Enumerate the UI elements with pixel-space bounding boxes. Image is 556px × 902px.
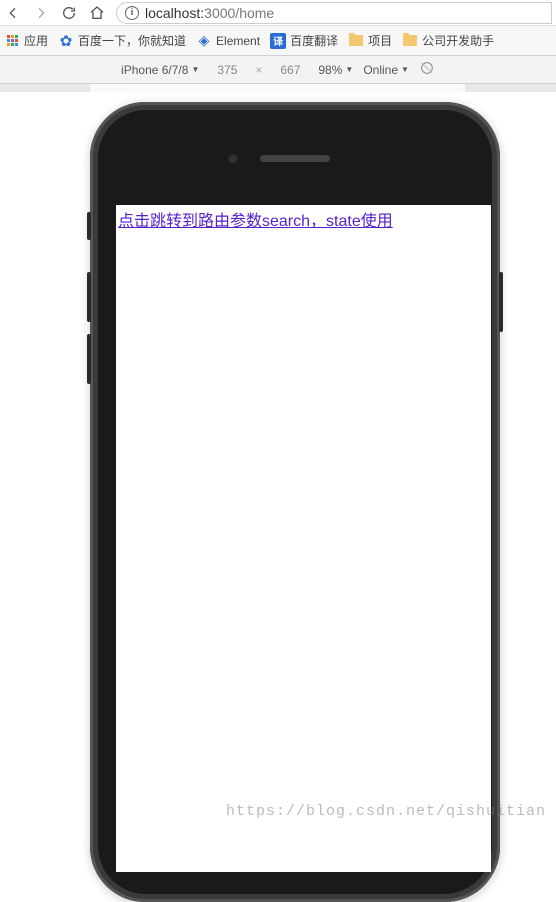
device-selector[interactable]: iPhone 6/7/8 ▼ — [121, 63, 199, 77]
chevron-down-icon: ▼ — [401, 65, 409, 74]
zoom-selector[interactable]: 98% ▼ — [318, 63, 353, 77]
route-link[interactable]: 点击跳转到路由参数search，state使用 — [116, 205, 491, 233]
bookmark-label: Element — [216, 34, 260, 48]
phone-side-button — [87, 272, 91, 322]
forward-button[interactable] — [32, 4, 50, 22]
baidu-icon: ✿ — [58, 33, 74, 49]
height-input[interactable]: 667 — [272, 63, 308, 77]
reload-button[interactable] — [60, 4, 78, 22]
home-button[interactable] — [88, 4, 106, 22]
bookmark-label: 公司开发助手 — [422, 32, 494, 49]
rotate-button[interactable] — [419, 60, 435, 79]
url-text: localhost:3000/home — [145, 5, 274, 21]
element-icon: ◈ — [196, 33, 212, 49]
chevron-down-icon: ▼ — [345, 65, 353, 74]
back-button[interactable] — [4, 4, 22, 22]
times-label: × — [255, 63, 262, 77]
bookmark-label: 项目 — [368, 32, 392, 49]
phone-side-button — [87, 334, 91, 384]
apps-label: 应用 — [24, 32, 48, 49]
phone-camera — [228, 154, 238, 164]
url-path: 3000/home — [204, 5, 274, 21]
phone-speaker — [260, 155, 330, 162]
device-name: iPhone 6/7/8 — [121, 63, 188, 77]
url-bar[interactable]: i localhost:3000/home — [116, 2, 552, 24]
bookmark-company-dev[interactable]: 公司开发助手 — [402, 32, 494, 49]
site-info-icon[interactable]: i — [125, 6, 139, 20]
folder-icon — [402, 33, 418, 49]
zoom-value: 98% — [318, 63, 342, 77]
folder-icon — [348, 33, 364, 49]
phone-screen: 点击跳转到路由参数search，state使用 — [116, 205, 491, 872]
apps-icon — [4, 33, 20, 49]
width-input[interactable]: 375 — [209, 63, 245, 77]
phone-frame: 点击跳转到路由参数search，state使用 — [90, 102, 500, 902]
url-host: localhost: — [145, 5, 204, 21]
bookmark-label: 百度翻译 — [290, 32, 338, 49]
bookmark-label: 百度一下，你就知道 — [78, 32, 186, 49]
network-value: Online — [363, 63, 398, 77]
phone-side-button — [499, 272, 503, 332]
device-toolbar: iPhone 6/7/8 ▼ 375 × 667 98% ▼ Online ▼ — [0, 56, 556, 84]
translate-icon: 译 — [270, 33, 286, 49]
ruler — [0, 84, 556, 92]
phone-side-button — [87, 212, 91, 240]
network-selector[interactable]: Online ▼ — [363, 63, 409, 77]
chevron-down-icon: ▼ — [191, 65, 199, 74]
bookmark-element[interactable]: ◈ Element — [196, 33, 260, 49]
bookmark-project[interactable]: 项目 — [348, 32, 392, 49]
device-preview-area: 点击跳转到路由参数search，state使用 — [0, 92, 556, 832]
bookmarks-bar: 应用 ✿ 百度一下，你就知道 ◈ Element 译 百度翻译 项目 公司开发助… — [0, 26, 556, 56]
bookmark-translate[interactable]: 译 百度翻译 — [270, 32, 338, 49]
bookmark-baidu[interactable]: ✿ 百度一下，你就知道 — [58, 32, 186, 49]
apps-button[interactable]: 应用 — [4, 32, 48, 49]
